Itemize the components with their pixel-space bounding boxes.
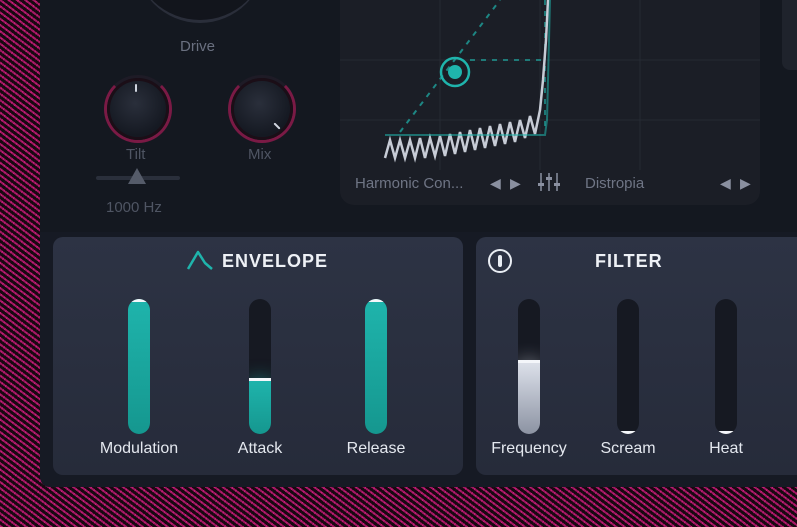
- filter-title: FILTER: [595, 251, 663, 271]
- release-slider-handle[interactable]: [365, 299, 387, 302]
- heat-label: Heat: [709, 440, 743, 457]
- upper-section: Drive Tilt 1000 Hz Mix Harmonic Con... ◀…: [40, 0, 797, 232]
- filter-power-icon[interactable]: [488, 249, 512, 273]
- right-preset-prev-arrow[interactable]: ◀: [720, 175, 731, 192]
- scream-slider[interactable]: [617, 299, 639, 434]
- right-preset-next-arrow[interactable]: ▶: [740, 175, 751, 192]
- distortion-graph: Harmonic Con... ◀ ▶ Distropia ◀ ▶: [340, 0, 760, 205]
- modulation-label: Modulation: [99, 440, 179, 457]
- modulation-slider[interactable]: [128, 299, 150, 434]
- tilt-knob-indicator: [135, 84, 137, 92]
- tilt-slider-thumb[interactable]: [128, 168, 146, 184]
- left-preset-prev-arrow[interactable]: ◀: [490, 175, 501, 192]
- attack-slider[interactable]: [249, 299, 271, 434]
- frequency-slider-fill: [518, 359, 540, 434]
- mix-label: Mix: [248, 146, 272, 163]
- modulation-slider-handle[interactable]: [128, 299, 150, 302]
- release-slider[interactable]: [365, 299, 387, 434]
- modulation-slider-fill: [128, 299, 150, 434]
- heat-slider[interactable]: [715, 299, 737, 434]
- tilt-frequency: 1000 Hz: [106, 199, 162, 216]
- mix-knob[interactable]: [234, 81, 290, 137]
- attack-slider-fill: [249, 380, 271, 434]
- sliders-settings-icon[interactable]: [537, 172, 563, 192]
- frequency-slider-handle[interactable]: [518, 360, 540, 363]
- release-slider-fill: [365, 299, 387, 434]
- attack-slider-handle[interactable]: [249, 378, 271, 381]
- envelope-title: ENVELOPE: [222, 251, 329, 271]
- tilt-label: Tilt: [126, 146, 146, 163]
- side-panel-edge: [782, 0, 797, 70]
- left-preset-next-arrow[interactable]: ▶: [510, 175, 521, 192]
- scream-slider-handle[interactable]: [617, 431, 639, 434]
- envelope-icon: [186, 249, 214, 271]
- drive-label: Drive: [180, 38, 216, 55]
- right-preset-name[interactable]: Distropia: [585, 175, 644, 192]
- frequency-slider[interactable]: [518, 299, 540, 434]
- left-preset-name[interactable]: Harmonic Con...: [355, 175, 463, 192]
- plugin-window: Drive Tilt 1000 Hz Mix Harmonic Con... ◀…: [40, 0, 797, 487]
- release-label: Release: [346, 440, 406, 457]
- tilt-knob[interactable]: [110, 81, 166, 137]
- filter-panel: FILTER Frequency Scream Heat: [476, 237, 797, 475]
- drive-knob[interactable]: [135, 0, 265, 23]
- envelope-panel: ENVELOPE Modulation Attack Release: [53, 237, 463, 475]
- attack-label: Attack: [237, 440, 283, 457]
- heat-slider-handle[interactable]: [715, 431, 737, 434]
